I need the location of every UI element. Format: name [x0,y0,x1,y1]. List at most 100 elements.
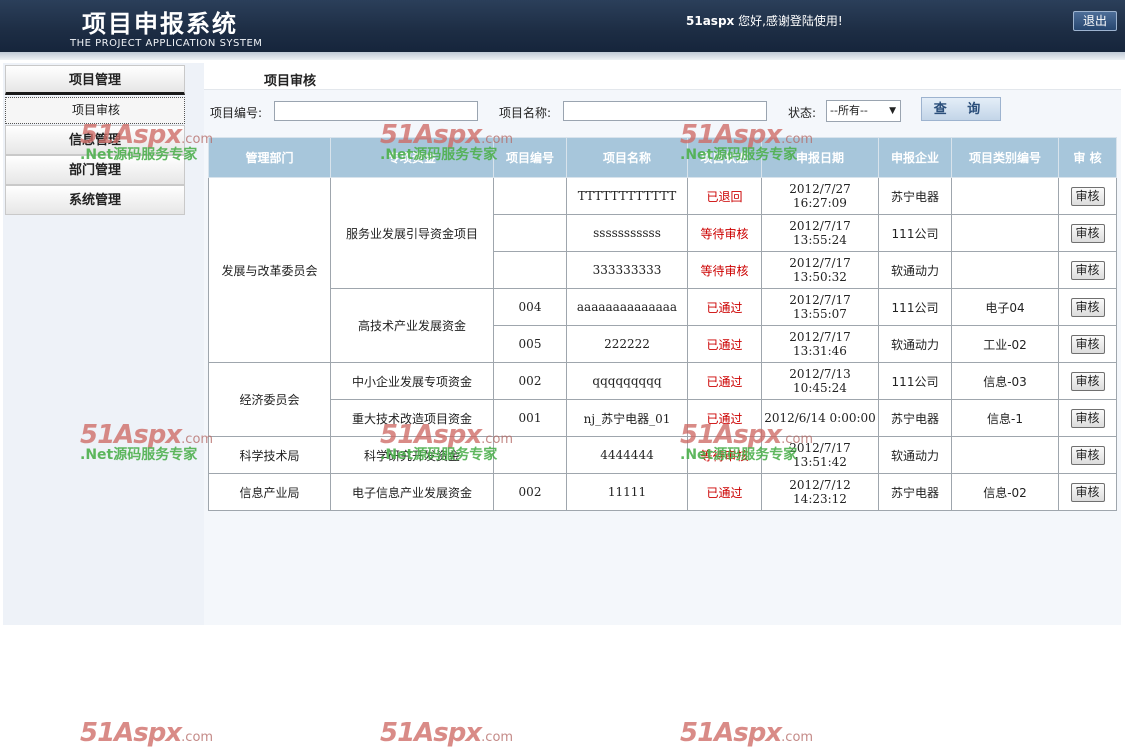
watermark: 51Aspx.com [380,718,513,748]
company-cell: 111公司 [878,362,952,400]
status-cell: 已通过 [687,325,762,363]
audit-button[interactable]: 审核 [1070,408,1105,428]
project-name-label: 项目名称: [499,106,552,120]
query-button[interactable]: 查 询 [921,97,1001,121]
chevron-down-icon: ▼ [889,106,896,116]
action-cell: 审核 [1058,362,1117,400]
watermark-logo: 51Aspx [380,718,482,748]
date-cell: 2012/6/14 0:00:00 [761,399,879,437]
project-name-input[interactable] [563,101,767,121]
code-cell [493,251,567,289]
audit-button[interactable]: 审核 [1070,297,1105,317]
date-cell: 2012/7/12 14:23:12 [761,473,879,511]
column-header: 审 核 [1058,137,1117,178]
app-header: 项目申报系统 THE PROJECT APPLICATION SYSTEM 51… [0,0,1125,56]
date-cell: 2012/7/13 10:45:24 [761,362,879,400]
code-cell: 005 [493,325,567,363]
name-cell: qqqqqqqqq [566,362,688,400]
category-cell [951,177,1059,215]
audit-button[interactable]: 审核 [1070,334,1105,354]
category-cell: 信息-02 [951,473,1059,511]
code-cell: 004 [493,288,567,326]
table-row: 信息产业局 电子信息产业发展资金 002 11111 已通过 2012/7/12… [208,473,1117,511]
status-selected-value: --所有-- [830,104,868,117]
logout-button[interactable]: 退出 [1073,11,1117,31]
category-cell [951,214,1059,252]
audit-button[interactable]: 审核 [1070,260,1105,280]
action-cell: 审核 [1058,214,1117,252]
welcome-text: 您好,感谢登陆使用! [734,14,843,28]
company-cell: 111公司 [878,214,952,252]
department-cell: 发展与改革委员会 [208,177,331,363]
status-cell: 已通过 [687,288,762,326]
audit-button[interactable]: 审核 [1070,371,1105,391]
status-cell: 等待审核 [687,436,762,474]
sidebar-menu-project-management[interactable]: 项目管理 [5,65,185,95]
code-cell: 001 [493,399,567,437]
audit-button[interactable]: 审核 [1070,223,1105,243]
watermark-logo: 51Aspx [680,718,782,748]
company-cell: 苏宁电器 [878,177,952,215]
action-cell: 审核 [1058,177,1117,215]
department-cell: 信息产业局 [208,473,331,511]
sidebar-menu-system-management[interactable]: 系统管理 [5,185,185,215]
audit-button[interactable]: 审核 [1070,186,1105,206]
watermark-logo-suffix: .com [781,730,814,745]
date-cell: 2012/7/17 13:51:42 [761,436,879,474]
name-cell: 222222 [566,325,688,363]
column-header: 申报企业 [878,137,952,178]
date-cell: 2012/7/27 16:27:09 [761,177,879,215]
page-title: 项目审核 [264,74,317,89]
table-row: 发展与改革委员会 服务业发展引导资金项目 TTTTTTTTTTTT 已退回 20… [208,177,1117,363]
column-header: 专项资金 [330,137,494,178]
project-code-label: 项目编号: [210,106,263,120]
sidebar-menu-department-management[interactable]: 部门管理 [5,155,185,185]
sidebar-submenu-project-audit[interactable]: 项目审核 [5,97,185,124]
code-cell [493,214,567,252]
date-cell: 2012/7/17 13:55:24 [761,214,879,252]
fund-cell: 重大技术改造项目资金 [330,399,494,437]
audit-button[interactable]: 审核 [1070,445,1105,465]
watermark-logo: 51Aspx [80,718,182,748]
table-row: 高技术产业发展资金 004 aaaaaaaaaaaaaa 已通过 2012/7/… [209,288,1117,363]
status-cell: 等待审核 [687,251,762,289]
fund-cell: 电子信息产业发展资金 [330,473,494,511]
category-cell [951,251,1059,289]
fund-cell: 科学研究开发资金 [330,436,494,474]
action-cell: 审核 [1058,251,1117,289]
name-cell: TTTTTTTTTTTT [566,177,688,215]
app-title: 项目申报系统 [82,10,238,38]
action-cell: 审核 [1058,325,1117,363]
company-cell: 苏宁电器 [878,399,952,437]
welcome-username: 51aspx [686,14,735,28]
code-cell: 002 [493,473,567,511]
company-cell: 苏宁电器 [878,473,952,511]
company-cell: 软通动力 [878,436,952,474]
date-cell: 2012/7/17 13:55:07 [761,288,879,326]
code-cell [493,177,567,215]
app-subtitle: THE PROJECT APPLICATION SYSTEM [70,38,263,49]
status-select[interactable]: --所有-- ▼ [826,100,901,122]
table-row: 科学技术局 科学研究开发资金 4444444 等待审核 2012/7/17 13… [208,436,1117,474]
table-row: 重大技术改造项目资金 001 nj_苏宁电器_01 已通过 2012/6/14 … [209,399,1117,437]
category-cell: 信息-03 [951,362,1059,400]
column-header: 项目名称 [566,137,688,178]
table-row: 经济委员会 中小企业发展专项资金 002 qqqqqqqqq 已通过 2012/… [208,362,1117,437]
status-cell: 等待审核 [687,214,762,252]
project-code-input[interactable] [274,101,478,121]
name-cell: aaaaaaaaaaaaaa [566,288,688,326]
header-divider-strip [0,52,1125,60]
sidebar-menu-info-management[interactable]: 信息管理 [5,125,185,155]
status-cell: 已通过 [687,399,762,437]
name-cell: nj_苏宁电器_01 [566,399,688,437]
action-cell: 审核 [1058,436,1117,474]
audit-button[interactable]: 审核 [1070,482,1105,502]
fund-cell: 中小企业发展专项资金 [330,362,494,400]
project-audit-table: 管理部门 专项资金 项目编号 项目名称 项目状态 申报日期 申报企业 项目类别编… [208,137,1117,511]
column-header: 项目编号 [493,137,567,178]
name-cell: sssssssssss [566,214,688,252]
company-cell: 111公司 [878,288,952,326]
welcome-message: 51aspx 您好,感谢登陆使用! [686,12,843,29]
company-cell: 软通动力 [878,325,952,363]
fund-cell: 服务业发展引导资金项目 [330,177,494,289]
